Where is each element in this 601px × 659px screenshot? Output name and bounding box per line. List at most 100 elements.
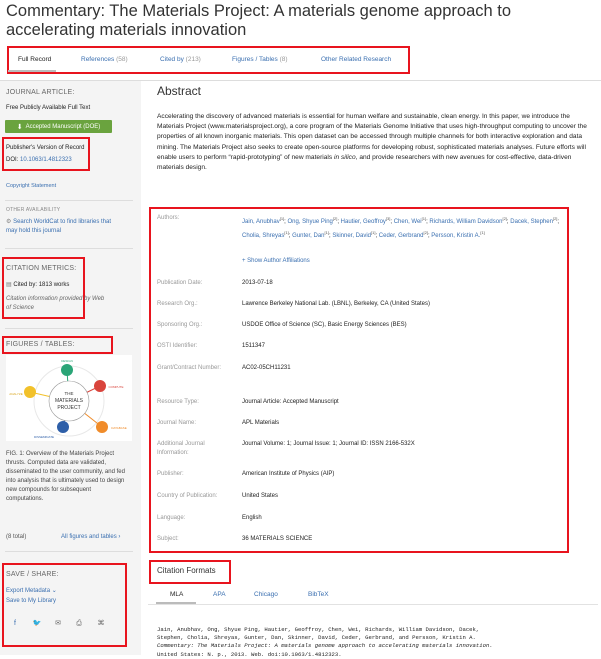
record-tabs: Full Record References (58) Cited by (21… bbox=[14, 52, 404, 68]
figure-node-bottom-label: DISSEMINATE bbox=[34, 435, 54, 439]
author-link[interactable]: Ceder, Gerbrand bbox=[379, 233, 424, 239]
sidebar-divider bbox=[5, 200, 133, 201]
figure-center-line3: PROJECT bbox=[57, 405, 80, 411]
sidebar-divider bbox=[5, 248, 133, 249]
journal-article-heading: JOURNAL ARTICLE: bbox=[6, 89, 75, 96]
metadata-label: Journal Name: bbox=[157, 420, 197, 426]
print-icon[interactable]: ⎙ bbox=[74, 619, 84, 629]
metadata-value: AC02-05CH11231 bbox=[242, 365, 291, 371]
metadata-label: Subject: bbox=[157, 536, 179, 542]
metadata-value: English bbox=[242, 515, 262, 521]
other-availability-heading: OTHER AVAILABILITY bbox=[6, 207, 61, 213]
page-title: Commentary: The Materials Project: A mat… bbox=[6, 2, 512, 39]
tab-references[interactable]: References (58) bbox=[81, 56, 128, 63]
accepted-manuscript-button[interactable]: ⬇ Accepted Manuscript (DOE) bbox=[5, 120, 112, 133]
metadata-label: Country of Publication: bbox=[157, 493, 218, 499]
citation-tab-chicago[interactable]: Chicago bbox=[254, 591, 278, 598]
copyright-link[interactable]: Copyright Statement bbox=[6, 183, 56, 189]
metadata-label: Grant/Contract Number: bbox=[157, 365, 222, 371]
active-tab-underline bbox=[8, 70, 56, 72]
author-link[interactable]: Gunter, Dan bbox=[292, 233, 324, 239]
figures-total: (8 total) bbox=[6, 534, 27, 540]
metadata-value: 1511347 bbox=[242, 343, 265, 349]
citation-tab-mla[interactable]: MLA bbox=[170, 591, 183, 598]
metadata-label: Research Org.: bbox=[157, 301, 198, 307]
figure-center-line1: THE bbox=[65, 391, 74, 396]
share-icon[interactable]: ⌘ bbox=[96, 619, 106, 629]
tab-cited-by[interactable]: Cited by (213) bbox=[160, 56, 201, 63]
citation-text: Jain, Anubhav, Ong, Shyue Ping, Hautier,… bbox=[157, 626, 493, 658]
figure-caption: FIG. 1: Overview of the Materials Projec… bbox=[6, 451, 125, 502]
metadata-label: Sponsoring Org.: bbox=[157, 322, 203, 328]
citation-tab-bibtex[interactable]: BibTeX bbox=[308, 591, 329, 598]
document-icon: ▤ bbox=[6, 282, 12, 288]
metadata-label: Additional Journal Information: bbox=[157, 441, 205, 456]
worldcat-icon: ⚙ bbox=[6, 219, 12, 225]
facebook-icon[interactable]: f bbox=[10, 619, 20, 629]
free-text-label: Free Publicly Available Full Text bbox=[6, 105, 91, 111]
citation-info: Citation information provided by Web of … bbox=[6, 296, 105, 311]
metadata-highlight bbox=[149, 207, 569, 553]
worldcat-link-line2[interactable]: may hold this journal bbox=[6, 228, 61, 234]
metadata-value: 36 MATERIALS SCIENCE bbox=[242, 536, 313, 542]
metadata-value: 2013-07-18 bbox=[242, 280, 273, 286]
figure-node-top-label: DESIGN bbox=[61, 359, 73, 363]
export-metadata-link[interactable]: Export Metadata ⌄ bbox=[6, 587, 57, 594]
figure-center-line2: MATERIALS bbox=[55, 398, 84, 404]
save-share-heading: SAVE / SHARE: bbox=[6, 571, 59, 578]
figure-node-left-label: ANALYZE bbox=[9, 392, 22, 396]
metadata-value: United States bbox=[242, 493, 279, 499]
author-link[interactable]: Hautier, Geoffroy bbox=[341, 219, 386, 225]
tab-other-related[interactable]: Other Related Research bbox=[321, 56, 391, 63]
twitter-icon[interactable]: 🐦 bbox=[32, 619, 42, 629]
chevron-down-icon: ⌄ bbox=[51, 588, 57, 594]
figure-thumbnail[interactable]: THE MATERIALS PROJECT DESIGN COMPUTE DAT… bbox=[6, 355, 132, 441]
email-icon[interactable]: ✉ bbox=[53, 619, 63, 629]
download-icon: ⬇ bbox=[16, 123, 23, 131]
cited-by-count: ▤ Cited by: 1813 works bbox=[6, 282, 70, 288]
author-affiliation-ref: [1] bbox=[480, 229, 485, 235]
doi-link[interactable]: 10.1063/1.4812323 bbox=[20, 157, 72, 163]
author-link[interactable]: Chen, Wei bbox=[394, 219, 422, 225]
separator: ; bbox=[557, 219, 560, 225]
metadata-value: Journal Article: Accepted Manuscript bbox=[242, 399, 339, 405]
citation-tab-apa[interactable]: APA bbox=[213, 591, 226, 598]
all-figures-link[interactable]: All figures and tables › bbox=[61, 534, 120, 540]
author-link[interactable]: Dacek, Stephen bbox=[510, 219, 553, 225]
author-link[interactable]: Ong, Shyue Ping bbox=[288, 219, 333, 225]
publisher-version-label: Publisher's Version of Record bbox=[6, 145, 85, 151]
metadata-value: Journal Volume: 1; Journal Issue: 1; Jou… bbox=[242, 441, 415, 447]
metadata-label: Publisher: bbox=[157, 471, 184, 477]
sidebar-divider bbox=[5, 328, 133, 329]
abstract-heading: Abstract bbox=[157, 84, 202, 98]
save-library-link[interactable]: Save to My Library bbox=[6, 598, 56, 604]
author-link[interactable]: Jain, Anubhav bbox=[242, 219, 280, 225]
author-link[interactable]: Skinner, David bbox=[332, 233, 371, 239]
authors-label: Authors: bbox=[157, 215, 180, 221]
show-affiliations-link[interactable]: + Show Author Affiliations bbox=[242, 258, 310, 264]
author-link[interactable]: Richards, William Davidson bbox=[429, 219, 502, 225]
chevron-right-icon: › bbox=[118, 534, 121, 540]
citation-divider bbox=[148, 604, 598, 605]
tab-figures-tables[interactable]: Figures / Tables (8) bbox=[232, 56, 288, 63]
figures-heading: FIGURES / TABLES: bbox=[6, 341, 75, 348]
author-list: Jain, Anubhav[1]; Ong, Shyue Ping[2]; Ha… bbox=[242, 214, 560, 241]
metadata-label: OSTI Identifier: bbox=[157, 343, 198, 349]
metadata-value: USDOE Office of Science (SC), Basic Ener… bbox=[242, 322, 407, 328]
metadata-value: American Institute of Physics (AIP) bbox=[242, 471, 335, 477]
worldcat-link[interactable]: ⚙ Search WorldCat to find libraries that bbox=[6, 218, 111, 225]
metadata-value: APL Materials bbox=[242, 420, 280, 426]
author-link[interactable]: Persson, Kristin A. bbox=[431, 233, 480, 239]
tab-full-record[interactable]: Full Record bbox=[18, 56, 51, 63]
materials-project-diagram: THE MATERIALS PROJECT DESIGN COMPUTE DAT… bbox=[9, 359, 127, 439]
author-link[interactable]: Cholia, Shreyas bbox=[242, 233, 284, 239]
citation-formats-heading: Citation Formats bbox=[157, 566, 216, 575]
sidebar-divider bbox=[5, 551, 133, 552]
figure-node-right-top-label: COMPUTE bbox=[109, 385, 124, 389]
metadata-label: Publication Date: bbox=[157, 280, 203, 286]
abstract-text: Accelerating the discovery of advanced m… bbox=[157, 113, 587, 172]
figure-node-right-bottom-label: DATABASE bbox=[111, 426, 127, 430]
doi-line: DOI: 10.1063/1.4812323 bbox=[6, 157, 72, 163]
metadata-label: Resource Type: bbox=[157, 399, 199, 405]
metadata-label: Language: bbox=[157, 515, 186, 521]
